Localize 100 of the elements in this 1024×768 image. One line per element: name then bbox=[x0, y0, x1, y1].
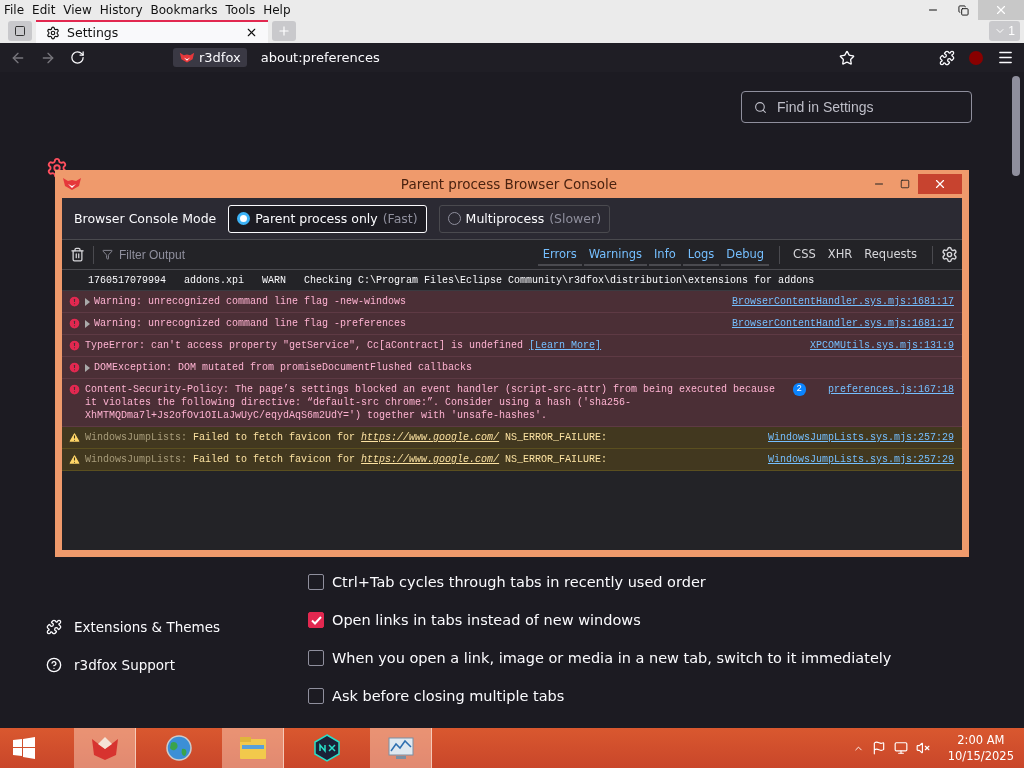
clock[interactable]: 2:00 AM 10/15/2025 bbox=[947, 732, 1014, 764]
level-filter-button[interactable]: Errors bbox=[537, 243, 582, 266]
sidebar-link[interactable]: r3dfox Support bbox=[46, 654, 308, 676]
warning-icon bbox=[68, 431, 81, 444]
plus-icon bbox=[277, 24, 291, 38]
identity-chip[interactable]: r3dfox bbox=[173, 48, 247, 67]
repeat-count: 2 bbox=[792, 383, 806, 396]
expand-arrow-icon[interactable] bbox=[85, 298, 90, 306]
settings-icon bbox=[46, 25, 60, 40]
extensions-icon[interactable] bbox=[939, 49, 955, 66]
close-icon[interactable] bbox=[245, 26, 258, 39]
level-filter-button[interactable]: Logs bbox=[682, 243, 720, 266]
message-link[interactable]: [Learn More] bbox=[529, 339, 602, 352]
type-filter-button[interactable]: CSS bbox=[788, 243, 821, 266]
message-link[interactable]: https://www.google.com/ bbox=[361, 431, 500, 444]
checkbox-option[interactable]: Ask before closing multiple tabs bbox=[308, 685, 972, 707]
trash-icon[interactable] bbox=[70, 247, 85, 262]
menu-item[interactable]: Bookmarks bbox=[146, 3, 222, 17]
maximize-icon bbox=[900, 179, 910, 189]
browser-tab[interactable]: Settings bbox=[36, 20, 268, 43]
windows-icon bbox=[13, 737, 35, 759]
checkbox[interactable] bbox=[308, 612, 324, 628]
tab-list-button[interactable] bbox=[8, 21, 32, 41]
flag-icon[interactable] bbox=[871, 741, 886, 755]
message-text: TypeError: can't access property "getService", Cc[aContract] is undefined bbox=[85, 339, 524, 352]
expand-arrow-icon[interactable] bbox=[85, 364, 90, 372]
mode-label: Browser Console Mode bbox=[74, 211, 217, 226]
tab-list-icon bbox=[14, 25, 26, 37]
folder-icon bbox=[237, 735, 268, 761]
level-filter-button[interactable]: Info bbox=[648, 243, 681, 266]
message-text: Warning: unrecognized command line flag -preferences bbox=[94, 317, 407, 330]
performance-monitor-icon bbox=[385, 735, 416, 761]
error-icon bbox=[68, 383, 81, 396]
fox-app-icon bbox=[89, 735, 120, 761]
error-icon bbox=[68, 317, 81, 330]
filter-field[interactable]: Filter Output bbox=[102, 246, 538, 263]
menu-item[interactable]: File bbox=[0, 3, 29, 17]
search-field[interactable]: Find in Settings bbox=[741, 91, 972, 123]
restore-icon bbox=[957, 4, 969, 16]
filter-input[interactable]: Filter Output bbox=[117, 246, 276, 263]
source-link[interactable]: BrowserContentHandler.sys.mjs:1681:17 bbox=[731, 295, 954, 308]
message-text: Warning: unrecognized command line flag -new-windows bbox=[94, 295, 407, 308]
message-text: WindowsJumpLists: bbox=[85, 431, 188, 444]
type-filter-button[interactable]: XHR bbox=[822, 243, 858, 266]
message-link[interactable]: https://www.google.com/ bbox=[361, 453, 500, 466]
mode-radio[interactable]: Multiprocess (Slower) bbox=[438, 204, 611, 233]
log-cell: addons.xpi bbox=[184, 274, 245, 286]
checkbox[interactable] bbox=[308, 688, 324, 704]
close-icon bbox=[994, 3, 1008, 17]
menu-icon[interactable] bbox=[997, 49, 1014, 66]
message-text: Content-Security-Policy: The page’s settings blocked an event handler (script-src-attr) from being executed because it violates the following directive: “default-src chrome:”. Consider using a hash ('sha256-XhMTMQDma7l+Js2ofOv1OILaJwUyC/eqydAqS6m2UdY=') together with 'unsafe-hashes'. bbox=[85, 383, 777, 422]
message-text: WindowsJumpLists: bbox=[85, 453, 188, 466]
warning-icon bbox=[68, 453, 81, 466]
source-link[interactable]: WindowsJumpLists.sys.mjs:257:29 bbox=[767, 453, 954, 466]
checkbox[interactable] bbox=[308, 574, 324, 590]
message-text: Failed to fetch favicon for bbox=[193, 453, 356, 466]
tab-title: Settings bbox=[67, 25, 119, 40]
message-text: Failed to fetch favicon for bbox=[193, 431, 356, 444]
menu-item[interactable]: Help bbox=[259, 3, 295, 17]
sidebar-link[interactable]: Extensions & Themes bbox=[46, 616, 308, 638]
menu-item[interactable]: View bbox=[59, 3, 96, 17]
source-link[interactable]: XPCOMUtils.sys.mjs:131:9 bbox=[809, 339, 954, 352]
expand-arrow-icon[interactable] bbox=[85, 320, 90, 328]
settings-icon[interactable] bbox=[941, 246, 958, 263]
log-cell: WARN bbox=[262, 274, 287, 286]
window-title: Parent process Browser Console bbox=[399, 176, 619, 192]
close-icon bbox=[933, 177, 947, 191]
menu-item[interactable]: History bbox=[95, 3, 147, 17]
url-text[interactable]: about:preferences bbox=[260, 50, 825, 65]
star-icon[interactable] bbox=[839, 49, 855, 66]
checkbox-option[interactable]: When you open a link, image or media in a new tab, switch to it immediately bbox=[308, 647, 972, 669]
hexagon-app-icon bbox=[313, 734, 341, 762]
reload-icon[interactable] bbox=[70, 50, 85, 65]
error-icon bbox=[68, 361, 81, 374]
checkbox-option[interactable]: Open links in tabs instead of new windows bbox=[308, 609, 972, 631]
mode-radio[interactable]: Parent process only (Fast) bbox=[228, 204, 427, 233]
search-input[interactable]: Find in Settings bbox=[775, 98, 955, 116]
error-icon bbox=[68, 295, 81, 308]
message-text: NS_ERROR_FAILURE: bbox=[505, 431, 608, 444]
search-icon bbox=[754, 100, 767, 114]
checkbox[interactable] bbox=[308, 650, 324, 666]
log-cell: Checking C:\Program Files\Eclipse Community\r3dfox\distribution\extensions for addons bbox=[304, 274, 815, 286]
checkbox-option[interactable]: Ctrl+Tab cycles through tabs in recently used order bbox=[308, 571, 972, 593]
message-text: DOMException: DOM mutated from promiseDocumentFlushed callbacks bbox=[94, 361, 473, 374]
scrollbar-thumb[interactable] bbox=[1012, 76, 1020, 176]
level-filter-button[interactable]: Warnings bbox=[583, 243, 647, 266]
log-cell: 1760517079994 bbox=[88, 274, 166, 286]
mute-icon[interactable] bbox=[915, 741, 930, 755]
message-text: NS_ERROR_FAILURE: bbox=[505, 453, 608, 466]
menu-item[interactable]: Edit bbox=[28, 3, 60, 17]
source-link[interactable]: preferences.js:167:18 bbox=[827, 383, 954, 396]
source-link[interactable]: WindowsJumpLists.sys.mjs:257:29 bbox=[767, 431, 954, 444]
source-link[interactable]: BrowserContentHandler.sys.mjs:1681:17 bbox=[731, 317, 954, 330]
type-filter-button[interactable]: Requests bbox=[859, 243, 922, 266]
error-icon bbox=[68, 339, 81, 352]
puzzle-icon bbox=[46, 619, 62, 635]
level-filter-button[interactable]: Debug bbox=[721, 243, 770, 266]
menu-item[interactable]: Tools bbox=[221, 3, 260, 17]
network-icon[interactable] bbox=[893, 741, 908, 755]
globe-icon bbox=[165, 734, 193, 762]
